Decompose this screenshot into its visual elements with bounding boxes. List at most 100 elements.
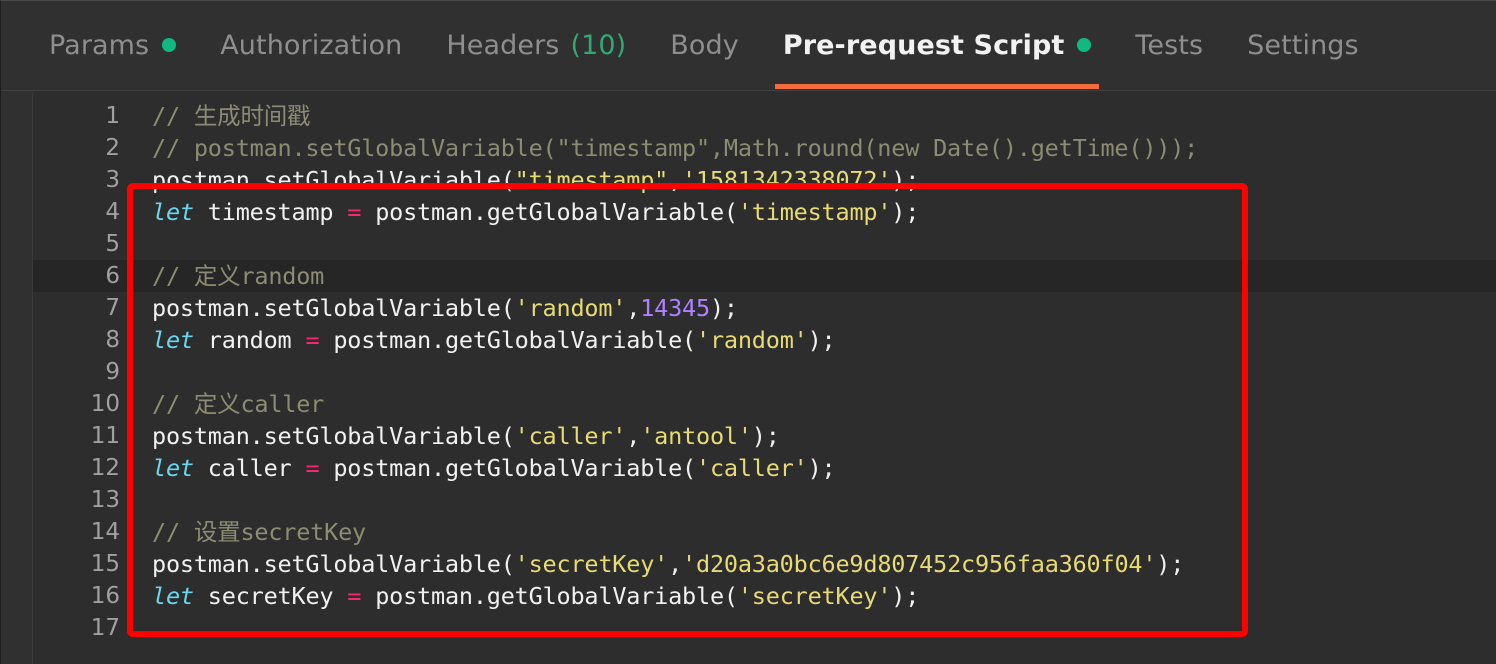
code-line[interactable]: 2 // postman.setGlobalVariable("timestamp… — [33, 132, 1496, 164]
tab-tests[interactable]: Tests — [1113, 1, 1225, 89]
line-number: 7 — [105, 295, 120, 321]
line-number: 3 — [105, 167, 120, 193]
line-number: 9 — [105, 359, 120, 385]
code-token-plain: ); — [709, 294, 738, 322]
tab-label: Body — [670, 29, 739, 61]
code-line-text: let secretKey = postman.getGlobalVariabl… — [142, 580, 1496, 612]
code-token-plain: , — [626, 294, 641, 322]
line-number: 13 — [90, 487, 120, 513]
code-line[interactable]: 3 postman.setGlobalVariable("timestamp",'… — [33, 164, 1496, 196]
line-number: 5 — [105, 231, 120, 257]
tab-params[interactable]: Params — [27, 1, 198, 89]
code-line[interactable]: 6 // 定义random — [33, 260, 1496, 292]
line-number: 2 — [105, 135, 120, 161]
tab-label: Params — [49, 29, 150, 61]
code-token-comment: // 设置secretKey — [152, 518, 366, 546]
code-token-str: 'caller' — [696, 454, 808, 482]
line-number: 1 — [105, 103, 120, 129]
line-number: 14 — [90, 519, 120, 545]
tab-label: Settings — [1247, 29, 1359, 61]
code-token-str: 'secretKey' — [737, 582, 892, 610]
code-line[interactable]: 12 let caller = postman.getGlobalVariable… — [33, 452, 1496, 484]
line-number: 15 — [90, 551, 120, 577]
tab-status-dot-icon — [1077, 38, 1092, 52]
code-line-text: postman.setGlobalVariable('caller','anto… — [142, 420, 1496, 452]
code-token-plain: ); — [891, 582, 920, 610]
code-line[interactable]: 5 — [33, 228, 1496, 260]
code-token-plain: postman.setGlobalVariable( — [152, 422, 515, 450]
code-line-text: let caller = postman.getGlobalVariable('… — [142, 452, 1496, 484]
code-line[interactable]: 4 let timestamp = postman.getGlobalVariab… — [33, 196, 1496, 228]
code-token-comment: // postman.setGlobalVariable("timestamp"… — [152, 134, 1199, 162]
code-token-kw: let — [152, 198, 194, 226]
code-token-str: 'd20a3a0bc6e9d807452c956faa360f04' — [682, 550, 1157, 578]
code-line-text: let timestamp = postman.getGlobalVariabl… — [142, 196, 1496, 228]
code-token-plain: ); — [751, 422, 780, 450]
code-token-kw: let — [152, 326, 194, 354]
request-editor-panel: Params Authorization Headers (10) Body Pre-re… — [0, 0, 1496, 664]
code-token-comment: // 生成时间戳 — [152, 102, 311, 130]
tab-authorization[interactable]: Authorization — [198, 1, 424, 89]
code-token-kw: let — [152, 582, 194, 610]
code-token-plain: secretKey — [193, 582, 348, 610]
code-token-plain: ); — [807, 326, 836, 354]
code-line-text: postman.setGlobalVariable("timestamp",'1… — [142, 164, 1496, 196]
code-token-op: = — [347, 198, 362, 226]
code-token-op: = — [305, 454, 320, 482]
tab-label: Tests — [1135, 29, 1204, 61]
pre-request-script-editor-region: 1 // 生成时间戳 2 // postman.setGlobalVariable("… — [1, 91, 1496, 664]
code-token-plain: , — [668, 166, 683, 194]
code-token-str: 'timestamp' — [737, 198, 892, 226]
code-line-text: // 设置secretKey — [142, 516, 1496, 548]
code-token-str: 'antool' — [640, 422, 752, 450]
code-token-plain: postman.getGlobalVariable( — [361, 582, 738, 610]
code-line[interactable]: 1 // 生成时间戳 — [33, 100, 1496, 132]
code-token-str: 'random' — [696, 326, 808, 354]
code-token-comment: // 定义random — [152, 262, 325, 290]
code-token-str: "timestamp" — [514, 166, 669, 194]
code-line[interactable]: 13 — [33, 484, 1496, 516]
code-line[interactable]: 17 — [33, 612, 1496, 644]
tab-label: Pre-request Script — [782, 29, 1065, 61]
line-number: 11 — [90, 423, 120, 449]
tab-pre-request-script[interactable]: Pre-request Script — [761, 1, 1114, 89]
code-line[interactable]: 7 postman.setGlobalVariable('random',1434… — [33, 292, 1496, 324]
code-token-str: 'caller' — [514, 422, 627, 450]
tab-status-dot-icon — [162, 38, 177, 52]
active-tab-underline — [774, 84, 1100, 89]
tab-label: Headers — [446, 29, 560, 61]
code-token-plain: timestamp — [193, 198, 348, 226]
code-line[interactable]: 15 postman.setGlobalVariable('secretKey',… — [33, 548, 1496, 580]
code-token-str: 'random' — [514, 294, 627, 322]
line-number: 10 — [90, 391, 120, 417]
code-line[interactable]: 10 // 定义caller — [33, 388, 1496, 420]
request-tab-bar: Params Authorization Headers (10) Body Pre-re… — [1, 1, 1496, 91]
code-token-str: 'secretKey' — [514, 550, 669, 578]
code-line[interactable]: 11 postman.setGlobalVariable('caller','an… — [33, 420, 1496, 452]
code-line[interactable]: 14 // 设置secretKey — [33, 516, 1496, 548]
code-line-text: // postman.setGlobalVariable("timestamp"… — [142, 132, 1496, 164]
code-line[interactable]: 8 let random = postman.getGlobalVariable(… — [33, 324, 1496, 356]
code-token-plain: ); — [891, 166, 920, 194]
code-token-plain: , — [626, 422, 641, 450]
code-line-text: postman.setGlobalVariable('random',14345… — [142, 292, 1496, 324]
code-token-num: 14345 — [640, 294, 710, 322]
code-line[interactable]: 9 — [33, 356, 1496, 388]
code-line-text: // 定义random — [142, 260, 1496, 292]
code-line-text: postman.setGlobalVariable('secretKey','d… — [142, 548, 1496, 580]
tab-label: Authorization — [220, 29, 403, 61]
tab-count-badge: (10) — [570, 29, 627, 61]
tab-settings[interactable]: Settings — [1225, 1, 1381, 89]
code-token-plain: caller — [193, 454, 306, 482]
code-line[interactable]: 16 let secretKey = postman.getGlobalVaria… — [33, 580, 1496, 612]
code-editor[interactable]: 1 // 生成时间戳 2 // postman.setGlobalVariable("… — [32, 91, 1496, 664]
code-token-str: '1581342338072' — [682, 166, 892, 194]
code-token-plain: random — [193, 326, 306, 354]
tab-headers[interactable]: Headers (10) — [424, 1, 648, 89]
code-token-plain: ); — [891, 198, 920, 226]
code-token-plain: postman.setGlobalVariable( — [152, 166, 515, 194]
tab-body[interactable]: Body — [648, 1, 761, 89]
code-token-kw: let — [152, 454, 194, 482]
code-token-comment: // 定义caller — [152, 390, 325, 418]
code-token-plain: , — [668, 550, 683, 578]
